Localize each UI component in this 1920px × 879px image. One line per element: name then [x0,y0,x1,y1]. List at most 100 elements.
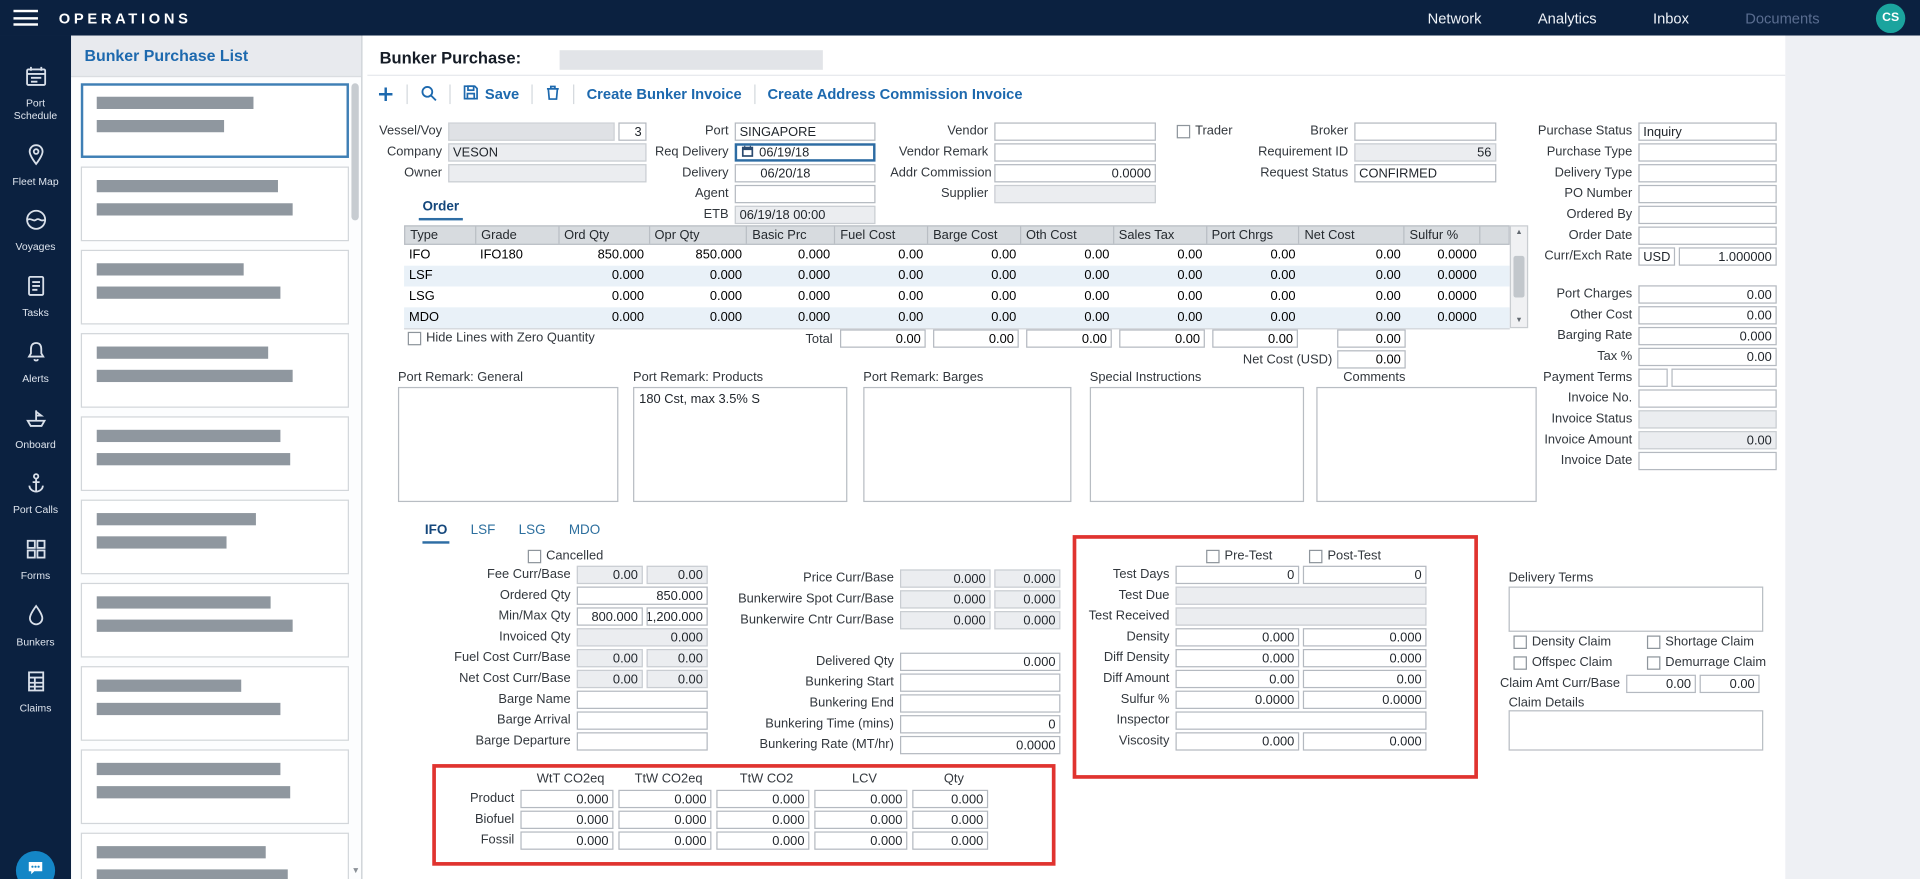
chat-button[interactable] [16,851,55,879]
invoice-date-field[interactable] [1638,452,1776,470]
test-days-2-field[interactable]: 0 [1303,566,1427,584]
co2-fossil-qty[interactable]: 0.000 [912,831,988,849]
list-item[interactable] [81,583,349,658]
tab-lsf[interactable]: LSF [468,523,498,544]
port-charges-field[interactable]: 0.00 [1638,285,1776,303]
sidebar-item-fleet-map[interactable]: Fleet Map [1,143,70,188]
delivery-field[interactable]: 06/20/18 [735,164,876,182]
vessel-field[interactable] [448,122,615,140]
claim-details-box[interactable] [1509,710,1764,750]
payment-terms-field[interactable] [1671,369,1776,387]
nav-network[interactable]: Network [1428,9,1482,26]
delete-button[interactable] [545,84,561,104]
barging-rate-field[interactable]: 0.000 [1638,327,1776,345]
cancelled-checkbox[interactable] [528,549,541,562]
grid-row-lsg[interactable]: LSG 0.0000.000 0.0000.00 0.000.00 0.000.… [404,287,1510,308]
test-days-1-field[interactable]: 0 [1176,566,1300,584]
list-item[interactable] [81,500,349,575]
co2-product-lcv[interactable]: 0.000 [814,790,907,808]
sidebar-item-port-calls[interactable]: Port Calls [1,472,70,517]
port-remark-barges-box[interactable] [863,387,1071,502]
hide-zero-checkbox[interactable] [408,331,421,344]
create-address-commission-invoice-link[interactable]: Create Address Commission Invoice [767,86,1022,103]
claim-amt-base-field[interactable]: 0.00 [1700,675,1760,693]
agent-field[interactable] [735,185,876,203]
trader-checkbox[interactable] [1177,124,1190,137]
co2-product-qty[interactable]: 0.000 [912,790,988,808]
sidebar-item-voyages[interactable]: Voyages [1,209,70,254]
search-button[interactable] [420,84,437,105]
tab-ifo[interactable]: IFO [422,523,449,544]
barge-name-field[interactable] [577,691,708,709]
grid-row-ifo[interactable]: IFOIFO180 850.000850.000 0.0000.00 0.000… [404,245,1510,266]
post-test-checkbox[interactable] [1309,549,1322,562]
payment-terms-code-field[interactable] [1638,369,1667,387]
barge-departure-field[interactable] [577,732,708,750]
other-cost-field[interactable]: 0.00 [1638,306,1776,324]
shortage-claim-checkbox[interactable] [1647,635,1660,648]
list-item[interactable] [81,250,349,325]
pre-test-checkbox[interactable] [1206,549,1219,562]
exch-rate-field[interactable]: 1.000000 [1679,247,1777,265]
comments-box[interactable] [1316,387,1536,502]
nav-analytics[interactable]: Analytics [1538,9,1597,26]
list-item[interactable] [81,749,349,824]
ordered-by-field[interactable] [1638,206,1776,224]
po-number-field[interactable] [1638,185,1776,203]
barge-arrival-field[interactable] [577,711,708,729]
sidebar-item-alerts[interactable]: Alerts [1,340,70,385]
list-item[interactable] [81,416,349,491]
co2-biofuel-ttw[interactable]: 0.000 [716,811,809,829]
co2-fossil-wtt[interactable]: 0.000 [520,831,613,849]
density-2-field[interactable]: 0.000 [1303,628,1427,646]
purchase-status-field[interactable]: Inquiry [1638,122,1776,140]
add-button[interactable] [377,86,394,103]
density-1-field[interactable]: 0.000 [1176,628,1300,646]
addr-commission-field[interactable]: 0.0000 [994,164,1156,182]
calendar-icon[interactable] [741,144,754,161]
inspector-field[interactable] [1176,711,1427,729]
list-item[interactable] [81,333,349,408]
tab-mdo[interactable]: MDO [566,523,602,544]
grid-scroll-up-icon[interactable]: ▲ [1515,227,1522,239]
purchase-type-field[interactable] [1638,143,1776,161]
co2-biofuel-wtt[interactable]: 0.000 [520,811,613,829]
diff-density-1-field[interactable]: 0.000 [1176,649,1300,667]
grid-row-lsf[interactable]: LSF 0.0000.000 0.0000.00 0.000.00 0.000.… [404,266,1510,287]
hamburger-menu-icon[interactable] [13,10,37,26]
density-claim-checkbox[interactable] [1513,635,1526,648]
list-item[interactable] [81,167,349,242]
diff-amount-1-field[interactable]: 0.00 [1176,670,1300,688]
co2-fossil-ttweq[interactable]: 0.000 [618,831,711,849]
list-item-selected[interactable] [81,83,349,158]
list-scrollbar[interactable] [351,83,358,220]
save-button[interactable]: Save [463,84,519,104]
sidebar-item-tasks[interactable]: Tasks [1,274,70,319]
sidebar-item-claims[interactable]: Claims [1,669,70,714]
sulfur-2-field[interactable]: 0.0000 [1303,691,1427,709]
grid-scrollbar[interactable]: ▲ ▼ [1510,225,1528,328]
list-scroll-down-icon[interactable]: ▼ [352,867,360,876]
co2-product-ttw[interactable]: 0.000 [716,790,809,808]
co2-biofuel-qty[interactable]: 0.000 [912,811,988,829]
grid-scroll-down-icon[interactable]: ▼ [1515,315,1522,327]
list-item[interactable] [81,833,349,879]
nav-inbox[interactable]: Inbox [1653,9,1689,26]
user-avatar[interactable]: CS [1876,3,1905,32]
min-qty-field[interactable]: 800.000 [577,607,643,625]
co2-biofuel-ttweq[interactable]: 0.000 [618,811,711,829]
port-remark-general-box[interactable] [398,387,618,502]
co2-biofuel-lcv[interactable]: 0.000 [814,811,907,829]
sidebar-item-onboard[interactable]: Onboard [1,406,70,451]
co2-fossil-ttw[interactable]: 0.000 [716,831,809,849]
viscosity-1-field[interactable]: 0.000 [1176,732,1300,750]
sidebar-item-port-schedule[interactable]: Port Schedule [1,65,70,122]
offspec-claim-checkbox[interactable] [1513,656,1526,669]
vendor-field[interactable] [994,122,1156,140]
delivery-terms-box[interactable] [1509,587,1764,632]
create-bunker-invoice-link[interactable]: Create Bunker Invoice [587,86,742,103]
diff-density-2-field[interactable]: 0.000 [1303,649,1427,667]
special-instructions-box[interactable] [1090,387,1304,502]
port-field[interactable]: SINGAPORE [735,122,876,140]
currency-field[interactable]: USD [1638,247,1675,265]
